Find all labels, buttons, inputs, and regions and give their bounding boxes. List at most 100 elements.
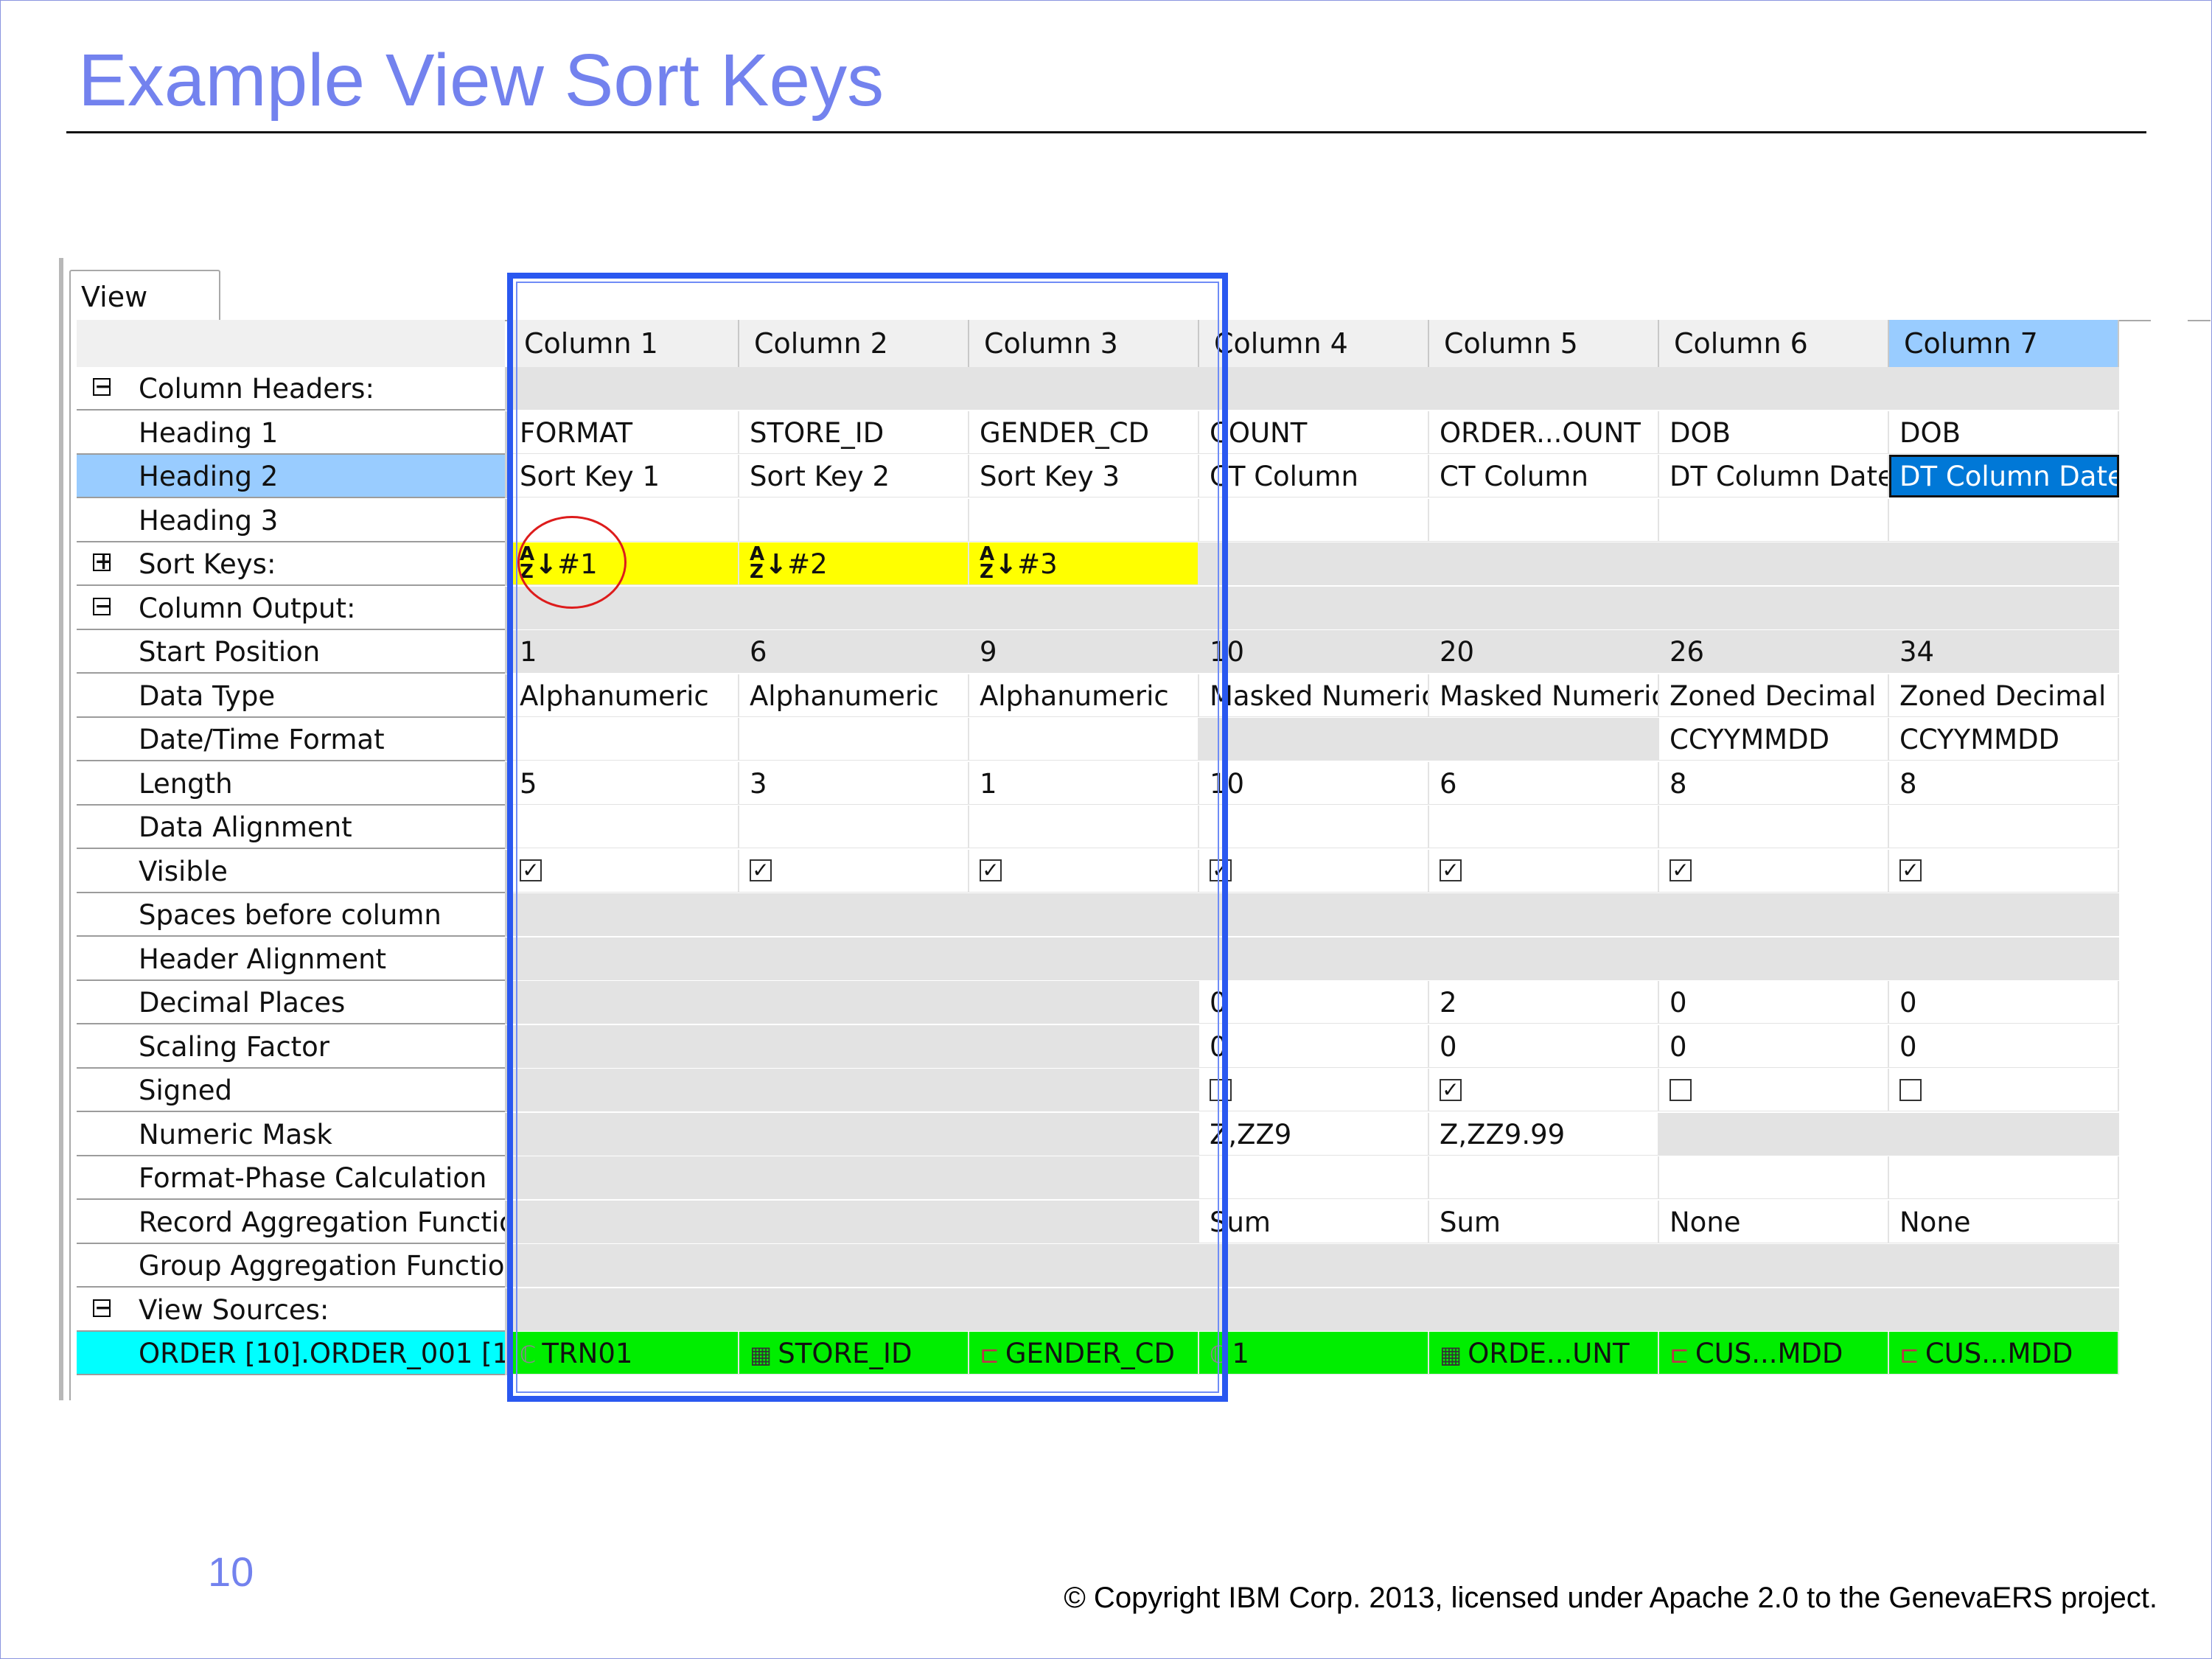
grid-cell[interactable]: [1429, 367, 1659, 410]
grid-cell[interactable]: [969, 893, 1199, 936]
grid-cell[interactable]: ▦ STORE_ID: [739, 1332, 969, 1375]
grid-cell[interactable]: CCYYMMDD: [1659, 718, 1889, 761]
grid-cell[interactable]: A Z↓#1: [509, 542, 739, 585]
grid-cell[interactable]: [1889, 1156, 2119, 1199]
expand-plus-icon[interactable]: +: [93, 551, 113, 573]
grid-cell[interactable]: [1659, 1156, 1889, 1199]
grid-cell[interactable]: Sort Key 2: [739, 455, 969, 497]
row-label[interactable]: Visible: [77, 849, 505, 893]
grid-cell[interactable]: [969, 1244, 1199, 1287]
grid-cell[interactable]: ✓: [1659, 849, 1889, 893]
row-label[interactable]: Length: [77, 761, 505, 806]
grid-cell[interactable]: [969, 981, 1199, 1024]
grid-cell[interactable]: Alphanumeric: [969, 674, 1199, 717]
grid-cell[interactable]: 0: [1199, 981, 1429, 1024]
grid-cell[interactable]: 8: [1889, 761, 2119, 805]
row-label[interactable]: Spaces before column: [77, 893, 505, 937]
grid-cell[interactable]: [969, 718, 1199, 761]
grid-cell[interactable]: [1429, 893, 1659, 936]
unchecked-checkbox[interactable]: [1210, 1078, 1232, 1101]
grid-cell[interactable]: ✓: [1429, 849, 1659, 893]
grid-cell[interactable]: Z,ZZ9.99: [1429, 1112, 1659, 1156]
row-label[interactable]: − Column Output:: [77, 586, 505, 630]
grid-cell[interactable]: [1659, 1069, 1889, 1111]
grid-cell[interactable]: 34: [1889, 630, 2119, 673]
row-label[interactable]: Heading 1: [77, 411, 505, 455]
row-label[interactable]: − View Sources:: [77, 1288, 505, 1332]
grid-cell[interactable]: Alphanumeric: [739, 674, 969, 717]
grid-cell[interactable]: DT Column Date: [1889, 455, 2119, 497]
collapse-minus-icon[interactable]: −: [93, 1296, 113, 1319]
grid-cell[interactable]: [1659, 1112, 1889, 1156]
grid-cell[interactable]: 10: [1199, 630, 1429, 673]
grid-cell[interactable]: 1: [969, 761, 1199, 805]
grid-cell[interactable]: ▦ ORDE...UNT: [1429, 1332, 1659, 1375]
grid-cell[interactable]: CCYYMMDD: [1889, 718, 2119, 761]
grid-cell[interactable]: Masked Numeric: [1429, 674, 1659, 717]
grid-cell[interactable]: [1199, 367, 1429, 410]
grid-cell[interactable]: [1199, 718, 1429, 761]
checked-checkbox[interactable]: ✓: [1440, 859, 1462, 881]
column-header-4[interactable]: Column 4: [1199, 320, 1429, 367]
grid-cell[interactable]: 0: [1429, 1024, 1659, 1068]
grid-cell[interactable]: [1889, 1069, 2119, 1111]
grid-cell[interactable]: [739, 1069, 969, 1111]
checked-checkbox[interactable]: ✓: [1210, 859, 1232, 881]
tab-view-editor[interactable]: View Editor: [69, 270, 220, 365]
grid-cell[interactable]: ✓: [509, 849, 739, 893]
grid-cell[interactable]: 9: [969, 630, 1199, 673]
checked-checkbox[interactable]: ✓: [1440, 1078, 1462, 1101]
grid-cell[interactable]: [509, 586, 739, 629]
grid-cell[interactable]: Sort Key 3: [969, 455, 1199, 497]
grid-cell[interactable]: [509, 718, 739, 761]
grid-cell[interactable]: [969, 806, 1199, 848]
row-label[interactable]: − Column Headers:: [77, 367, 505, 411]
grid-cell[interactable]: 0: [1659, 981, 1889, 1024]
grid-cell[interactable]: [739, 1112, 969, 1156]
grid-cell[interactable]: 0: [1659, 1024, 1889, 1068]
grid-cell[interactable]: [969, 1024, 1199, 1068]
grid-cell[interactable]: [1199, 586, 1429, 629]
grid-cell[interactable]: A Z↓#3: [969, 542, 1199, 585]
column-header-1[interactable]: Column 1: [509, 320, 739, 367]
grid-cell[interactable]: [1429, 1156, 1659, 1199]
grid-cell[interactable]: [509, 1112, 739, 1156]
grid-cell[interactable]: GENDER_CD: [969, 411, 1199, 454]
grid-cell[interactable]: [509, 1288, 739, 1331]
grid-cell[interactable]: [1429, 1244, 1659, 1287]
column-header-6[interactable]: Column 6: [1659, 320, 1889, 367]
grid-cell[interactable]: [1659, 806, 1889, 848]
grid-cell[interactable]: [1659, 542, 1889, 585]
grid-cell[interactable]: [739, 981, 969, 1024]
grid-cell[interactable]: 20: [1429, 630, 1659, 673]
grid-cell[interactable]: Z,ZZ9: [1199, 1112, 1429, 1156]
grid-cell[interactable]: [509, 981, 739, 1024]
grid-cell[interactable]: [1889, 1288, 2119, 1331]
grid-cell[interactable]: [509, 937, 739, 980]
grid-cell[interactable]: [969, 1069, 1199, 1111]
row-label[interactable]: + Sort Keys:: [77, 542, 505, 586]
grid-cell[interactable]: ⊏ GENDER_CD: [969, 1332, 1199, 1375]
grid-cell[interactable]: [509, 893, 739, 936]
grid-cell[interactable]: [1199, 1156, 1429, 1199]
grid-cell[interactable]: [739, 806, 969, 848]
grid-cell[interactable]: ✓: [1889, 849, 2119, 893]
grid-cell[interactable]: [1199, 806, 1429, 848]
grid-cell[interactable]: [969, 1288, 1199, 1331]
grid-cell[interactable]: [1199, 1069, 1429, 1111]
grid-cell[interactable]: [1889, 542, 2119, 585]
grid-cell[interactable]: [1429, 542, 1659, 585]
grid-cell[interactable]: 6: [739, 630, 969, 673]
grid-cell[interactable]: [739, 1244, 969, 1287]
grid-cell[interactable]: [739, 1024, 969, 1068]
grid-cell[interactable]: [1429, 718, 1659, 761]
grid-cell[interactable]: [739, 1288, 969, 1331]
grid-cell[interactable]: ORDER...OUNT: [1429, 411, 1659, 454]
grid-cell[interactable]: Sum: [1429, 1200, 1659, 1243]
checked-checkbox[interactable]: ✓: [1899, 859, 1922, 881]
row-label[interactable]: Numeric Mask: [77, 1112, 505, 1156]
grid-cell[interactable]: ✓: [739, 849, 969, 893]
grid-cell[interactable]: [1429, 806, 1659, 848]
grid-cell[interactable]: [739, 1156, 969, 1199]
grid-cell[interactable]: [1429, 937, 1659, 980]
